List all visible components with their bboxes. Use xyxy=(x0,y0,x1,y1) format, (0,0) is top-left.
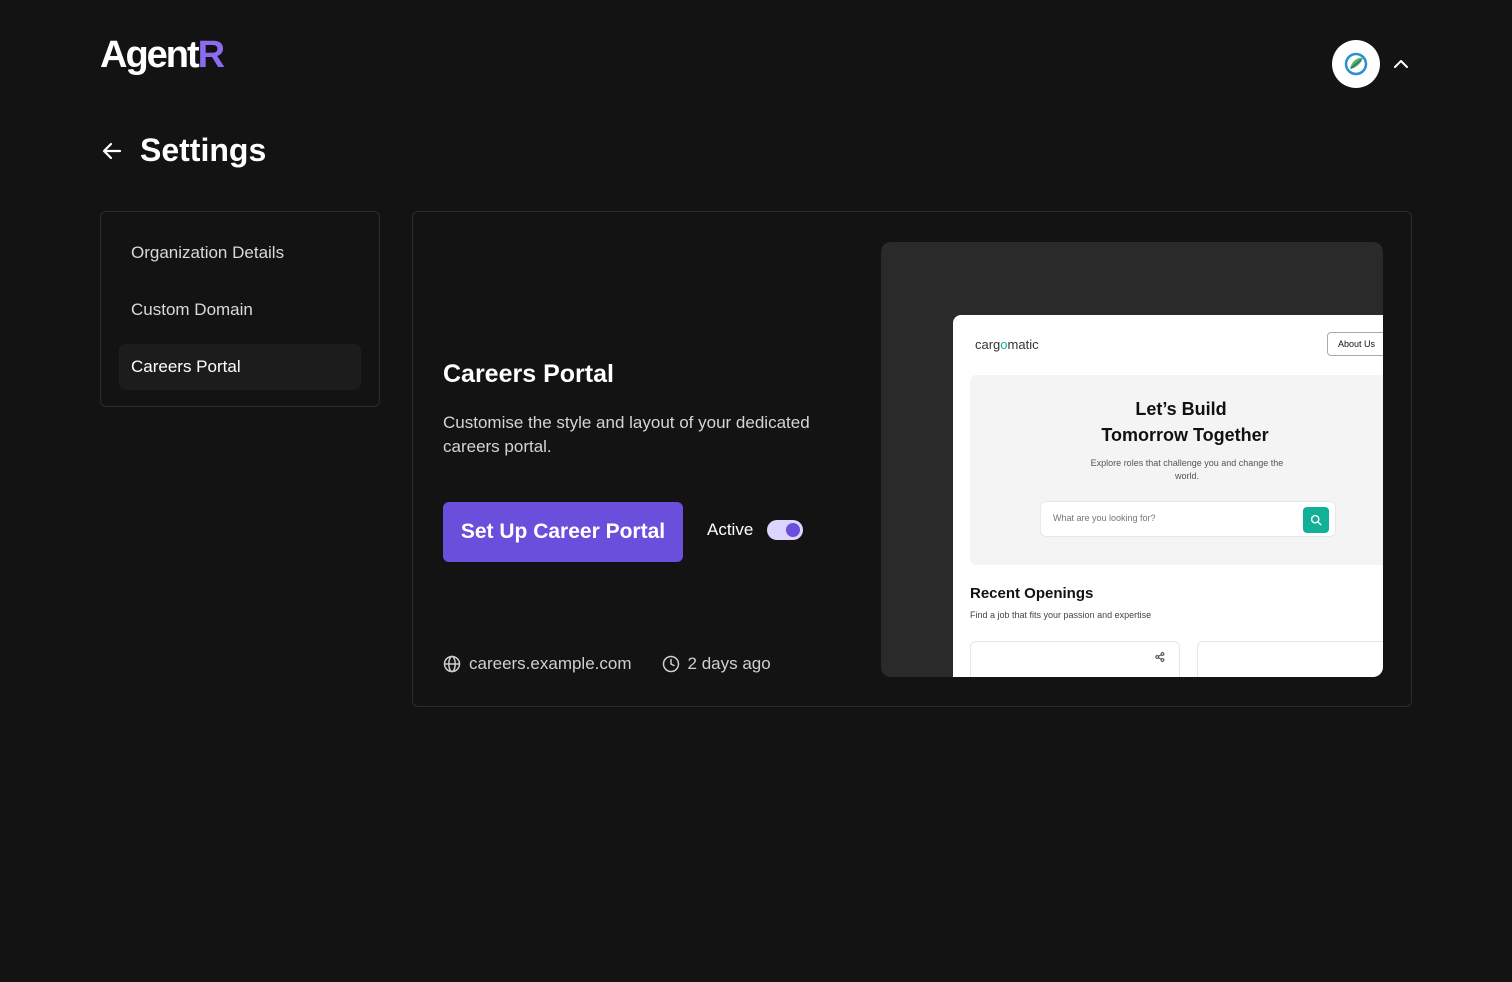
clock-icon xyxy=(662,655,679,673)
section-description: Customise the style and layout of your d… xyxy=(443,413,810,456)
settings-sidebar: Organization Details Custom Domain Caree… xyxy=(100,211,380,407)
search-icon xyxy=(1303,507,1329,533)
share-icon xyxy=(1155,652,1165,662)
portal-updated: 2 days ago xyxy=(662,654,771,674)
section-title: Careers Portal xyxy=(443,360,614,388)
preview-search-input xyxy=(1051,512,1295,524)
portal-domain-text: careers.example.com xyxy=(469,654,632,673)
preview-brand-part: matic xyxy=(1007,337,1039,352)
active-toggle[interactable] xyxy=(767,520,804,540)
page-title: Settings xyxy=(140,132,267,168)
preview-page: cargomatic About Us Let’s Build Tomorrow… xyxy=(953,315,1383,677)
portal-domain: careers.example.com xyxy=(443,654,632,674)
preview-brand-part: carg xyxy=(975,337,1001,352)
logo-text: Agent xyxy=(100,34,200,76)
sidebar-item-organization-details[interactable]: Organization Details xyxy=(119,230,361,276)
chevron-up-icon[interactable] xyxy=(1390,53,1412,75)
globe-icon xyxy=(443,655,461,673)
preview-about-button: About Us xyxy=(1327,332,1383,356)
preview-hero: Let’s Build Tomorrow Together Explore ro… xyxy=(970,375,1383,565)
arrow-left-icon[interactable] xyxy=(100,139,124,163)
portal-updated-text: 2 days ago xyxy=(687,654,771,673)
app-logo[interactable]: AgentR xyxy=(100,34,225,77)
preview-hero-title-line1: Let’s Build xyxy=(1135,399,1227,419)
preview-hero-subtitle: Explore roles that challenge you and cha… xyxy=(1090,458,1284,481)
sidebar-item-careers-portal[interactable]: Careers Portal xyxy=(119,344,361,390)
portal-meta: careers.example.com 2 days ago xyxy=(443,654,771,674)
leaf-globe-icon xyxy=(1344,52,1368,76)
user-menu[interactable] xyxy=(1332,40,1412,88)
preview-hero-title-line2: Tomorrow Together xyxy=(1101,425,1269,445)
preview-brand-logo: cargomatic xyxy=(975,337,1039,352)
set-up-career-portal-button[interactable]: Set Up Career Portal xyxy=(443,502,683,562)
active-toggle-group: Active xyxy=(707,520,804,540)
page-header: Settings xyxy=(100,132,266,169)
toggle-knob xyxy=(786,523,801,537)
preview-recent-subtitle: Find a job that fits your passion and ex… xyxy=(970,610,1152,620)
active-toggle-label: Active xyxy=(707,520,754,539)
sidebar-item-custom-domain[interactable]: Custom Domain xyxy=(119,287,361,333)
preview-search-bar xyxy=(1040,501,1336,537)
portal-preview: cargomatic About Us Let’s Build Tomorrow… xyxy=(881,242,1383,677)
avatar[interactable] xyxy=(1332,40,1380,88)
logo-accent-text: R xyxy=(197,34,225,76)
careers-portal-card: Careers Portal Customise the style and l… xyxy=(412,211,1412,707)
preview-brand-o: o xyxy=(1000,337,1008,352)
preview-job-card xyxy=(970,641,1180,677)
preview-recent-title: Recent Openings xyxy=(970,585,1094,602)
preview-job-card xyxy=(1197,641,1383,677)
